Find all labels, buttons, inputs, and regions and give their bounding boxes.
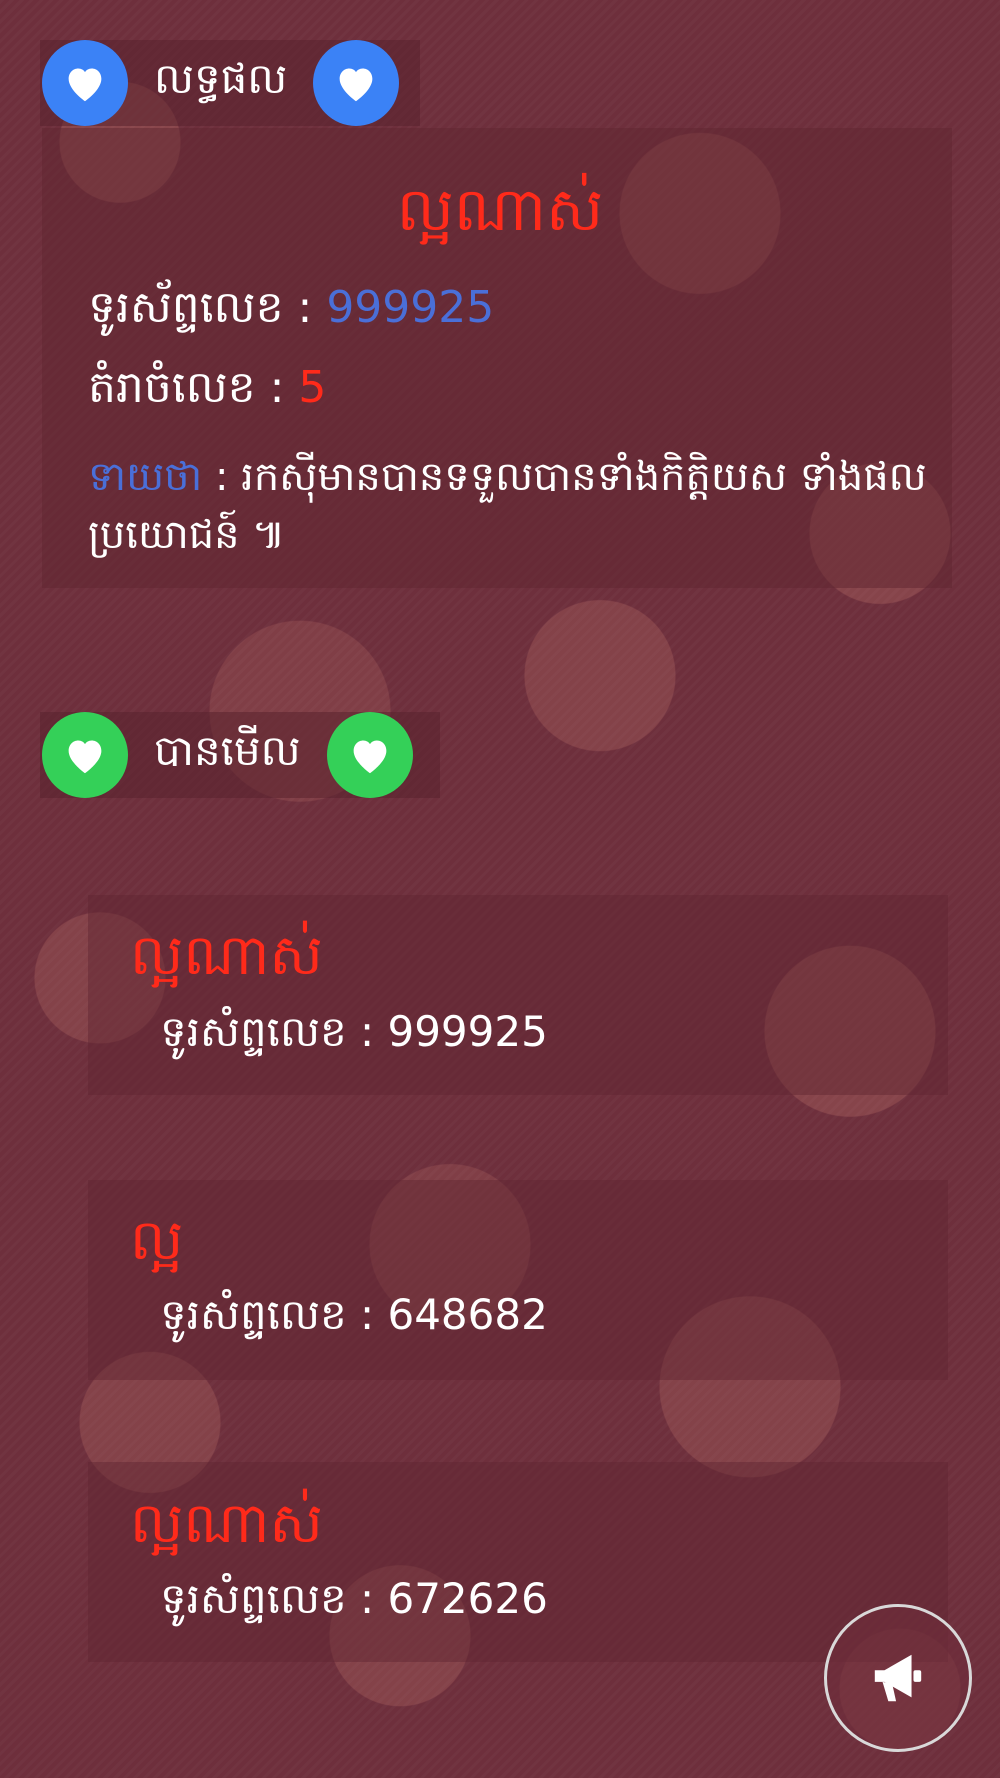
heart-icon <box>42 40 128 126</box>
digit-sum-label: តំរាចំលេខ : <box>88 362 299 413</box>
history-item-title: ល្អ <box>130 1208 184 1273</box>
heart-icon <box>313 40 400 126</box>
digit-sum-value: 5 <box>298 362 327 413</box>
result-header-title: លទ្ធផល <box>154 54 288 103</box>
heart-icon <box>42 712 128 798</box>
history-item-phone-value: 999925 <box>387 1007 548 1056</box>
digit-sum-line: តំរាចំលេខ : 5 <box>88 360 326 424</box>
result-header: លទ្ធផល <box>42 40 400 126</box>
history-item-phone-label: ទូរសំព្ទលេខ : <box>160 1007 388 1056</box>
prediction-label: ទាយថា <box>88 454 203 500</box>
history-item[interactable] <box>88 1180 948 1380</box>
history-item-phone: ទូរសំព្ទលេខ : 648682 <box>160 1288 548 1350</box>
history-item-phone-label: ទូរសំព្ទលេខ : <box>160 1290 388 1339</box>
result-rating-title: ល្អណាស់ <box>396 175 604 245</box>
history-header-title: បានមើល <box>154 726 301 775</box>
history-item-phone-label: ទូរសំព្ទលេខ : <box>160 1574 388 1623</box>
history-item-title: ល្អណាស់ <box>130 1491 323 1556</box>
heart-icon <box>326 712 413 798</box>
history-item-phone: ទូរសំព្ទលេខ : 999925 <box>160 1005 548 1067</box>
megaphone-icon <box>874 1654 922 1702</box>
history-header: បានមើល <box>42 712 413 798</box>
phone-number-line: ទូរស័ព្ទលេខ : 999925 <box>88 280 494 344</box>
prediction-text: ទាយថា : រកស៊ីមានបានទទួលបានទាំងកិត្តិយស ទ… <box>88 448 928 564</box>
history-item-phone-value: 672626 <box>387 1574 548 1623</box>
phone-number-value: 999925 <box>326 282 495 333</box>
announcement-button[interactable] <box>824 1604 972 1752</box>
prediction-body: : រកស៊ីមានបានទទួលបានទាំងកិត្តិយស ទាំងផលប… <box>88 454 927 558</box>
history-item-title: ល្អណាស់ <box>130 923 323 988</box>
history-item-phone-value: 648682 <box>387 1290 548 1339</box>
phone-number-label: ទូរស័ព្ទលេខ : <box>88 282 327 333</box>
history-item-phone: ទូរសំព្ទលេខ : 672626 <box>160 1572 548 1634</box>
